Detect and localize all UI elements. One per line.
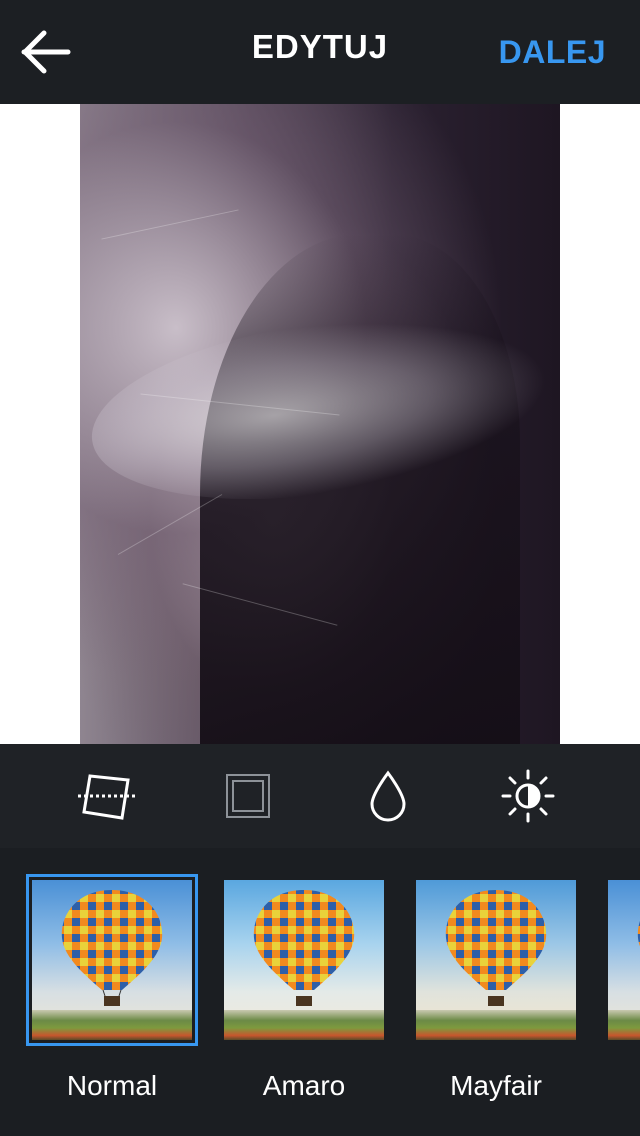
balloon-image bbox=[253, 890, 355, 1006]
drop-icon bbox=[370, 770, 406, 822]
next-button[interactable]: DALEJ bbox=[499, 34, 606, 71]
brightness-icon bbox=[501, 769, 555, 823]
top-bar: EDYTUJ DALEJ bbox=[0, 0, 640, 104]
filter-thumbnail[interactable] bbox=[26, 874, 198, 1046]
straighten-icon bbox=[78, 774, 138, 820]
balloon-image bbox=[61, 890, 163, 1006]
filter-label: Normal bbox=[66, 1070, 158, 1101]
filter-label: Mayfair bbox=[450, 1070, 542, 1101]
frame-tool[interactable] bbox=[216, 768, 280, 824]
adjust-tool[interactable] bbox=[496, 768, 560, 824]
lux-tool[interactable] bbox=[356, 768, 420, 824]
filter-strip[interactable]: Normal Amaro Mayfair bbox=[0, 848, 640, 1136]
straighten-tool[interactable] bbox=[76, 768, 140, 824]
photo-scratch bbox=[101, 209, 239, 240]
balloon-image bbox=[637, 921, 640, 947]
photo-preview[interactable] bbox=[80, 104, 560, 744]
filter-label: Amaro bbox=[262, 1070, 346, 1101]
frame-icon bbox=[226, 774, 270, 818]
tools-bar bbox=[0, 744, 640, 848]
photo-canvas bbox=[0, 104, 640, 744]
filter-thumbnail[interactable] bbox=[224, 880, 384, 1040]
balloon-image bbox=[445, 890, 547, 1006]
filter-thumbnail[interactable] bbox=[608, 880, 640, 1040]
filter-thumbnail[interactable] bbox=[416, 880, 576, 1040]
